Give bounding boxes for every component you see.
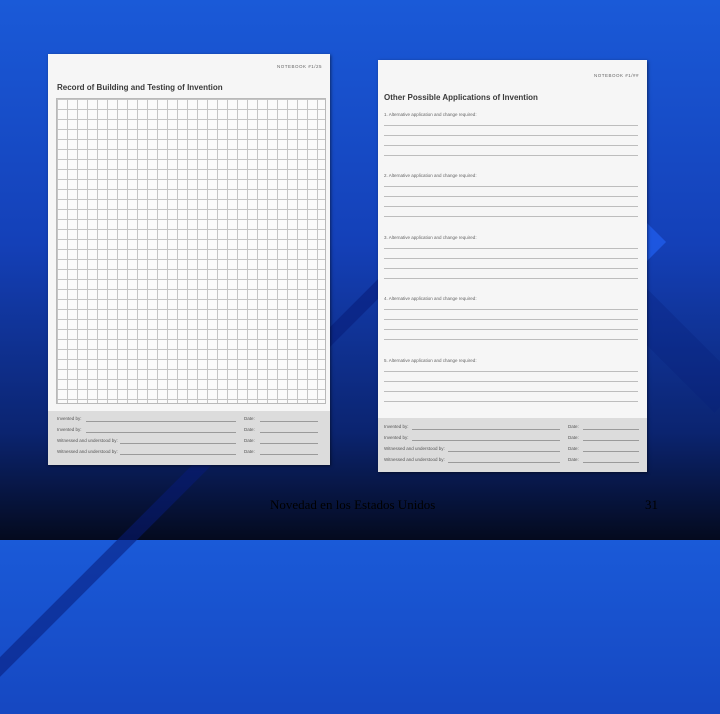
signature-label: Invented by: [384,424,409,429]
left-notebook-page: NOTEBOOK #1/25 Record of Building and Te… [48,54,330,465]
answer-lines[interactable] [384,240,638,280]
date-line[interactable] [260,454,318,455]
date-line[interactable] [260,443,318,444]
date-label: Date: [244,416,255,421]
signature-label: Invented by: [384,435,409,440]
signature-label: Witnessed and understood by: [384,446,445,451]
signature-line[interactable] [120,443,236,444]
date-line[interactable] [583,451,639,452]
right-page-title: Other Possible Applications of Invention [384,93,538,102]
signature-line[interactable] [448,462,560,463]
date-label: Date: [568,457,579,462]
date-label: Date: [568,446,579,451]
signature-label: Witnessed and understood by: [384,457,445,462]
signature-line[interactable] [86,432,236,433]
date-label: Date: [568,435,579,440]
date-label: Date: [244,427,255,432]
answer-lines[interactable] [384,363,638,403]
answer-lines[interactable] [384,301,638,341]
date-line[interactable] [583,440,639,441]
date-label: Date: [244,438,255,443]
slide-caption: Novedad en los Estados Unidos [270,497,436,512]
right-signature-area: Invented by: Date: Invented by: Date: Wi… [378,418,647,472]
signature-line[interactable] [120,454,236,455]
right-page-header: NOTEBOOK #1/## [593,73,639,78]
left-page-header: NOTEBOOK #1/25 [276,64,322,69]
date-label: Date: [568,424,579,429]
left-signature-area: Invented by: Date: Invented by: Date: Wi… [48,411,330,465]
signature-label: Invented by: [57,427,82,432]
right-notebook-page: NOTEBOOK #1/## Other Possible Applicatio… [378,60,647,472]
left-page-title: Record of Building and Testing of Invent… [57,83,223,92]
signature-label: Witnessed and understood by: [57,449,118,454]
date-line[interactable] [260,421,318,422]
graph-paper-grid [56,98,326,404]
date-label: Date: [244,449,255,454]
signature-label: Invented by: [57,416,82,421]
signature-line[interactable] [412,440,560,441]
date-line[interactable] [583,462,639,463]
answer-lines[interactable] [384,117,638,157]
date-line[interactable] [260,432,318,433]
answer-lines[interactable] [384,178,638,218]
slide-page-number: 31 [645,497,658,512]
signature-label: Witnessed and understood by: [57,438,118,443]
date-line[interactable] [583,429,639,430]
signature-line[interactable] [86,421,236,422]
signature-line[interactable] [412,429,560,430]
signature-line[interactable] [448,451,560,452]
